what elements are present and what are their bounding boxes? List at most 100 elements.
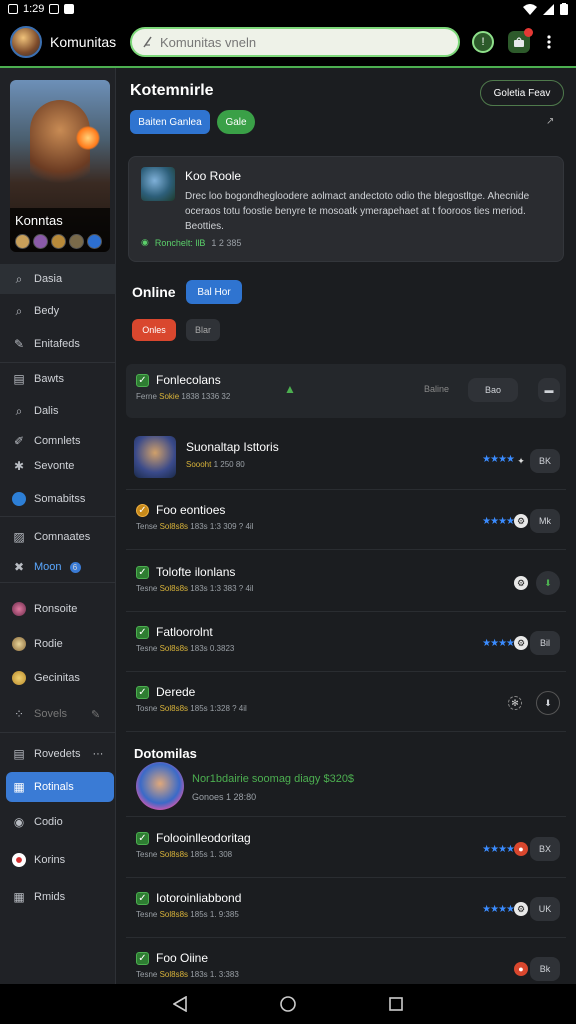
sidebar-item-bawts[interactable]: ▤ Bawts bbox=[0, 364, 116, 394]
action-button[interactable]: Mk bbox=[530, 509, 560, 533]
checkbox-icon[interactable]: ✓ bbox=[136, 832, 149, 845]
sidebar-item-somabitss[interactable]: Somabitss bbox=[0, 484, 116, 514]
game-cover-card[interactable]: Konntas bbox=[10, 80, 110, 252]
settings-icon[interactable]: ⚙ bbox=[514, 514, 528, 528]
checkbox-icon[interactable]: ✓ bbox=[136, 504, 149, 517]
system-nav-bar bbox=[0, 984, 576, 1024]
filter-chip-active[interactable]: Onles bbox=[132, 319, 176, 341]
download-button[interactable]: ⬇ bbox=[536, 571, 560, 595]
fire-icon[interactable]: ● bbox=[514, 962, 528, 976]
notification-icon bbox=[49, 4, 60, 14]
signal-icon bbox=[543, 3, 554, 15]
list-item-title: Foo Oiine bbox=[156, 951, 209, 965]
list-item[interactable]: ✓ Folooinlleodoritag Tesne Sol8s8s 185s … bbox=[126, 820, 566, 878]
list-item[interactable]: ✓ Fonlecolans Ferne Sokie 1838 1336 32 ▲… bbox=[126, 364, 566, 418]
list-item[interactable]: Suonaltap Isttoris Soooht 1 250 80 ★★★★ … bbox=[126, 428, 566, 490]
recents-icon[interactable] bbox=[387, 995, 405, 1013]
rating-stars: ★★★★ bbox=[482, 454, 515, 465]
badge-icon bbox=[33, 234, 48, 249]
sidebar-item-label: Dasia bbox=[34, 273, 63, 285]
sidebar-item-gecinitas[interactable]: Gecinitas bbox=[0, 663, 116, 693]
sidebar-item-label: Rodie bbox=[34, 638, 63, 650]
online-button[interactable]: Bal Hor bbox=[186, 280, 242, 304]
battery-icon bbox=[560, 3, 568, 15]
sidebar-item-rotinals[interactable]: ▦ Rotinals bbox=[6, 772, 114, 802]
settings-icon[interactable]: ⚙ bbox=[514, 576, 528, 590]
list-item-status: Baline bbox=[424, 384, 450, 394]
search-bar[interactable] bbox=[130, 27, 460, 57]
sidebar-item-korins[interactable]: Korins bbox=[0, 845, 116, 875]
action-button[interactable]: UK bbox=[530, 897, 560, 921]
checkbox-icon[interactable]: ✓ bbox=[136, 374, 149, 387]
notification-icon bbox=[64, 4, 75, 14]
sidebar-divider bbox=[0, 732, 116, 733]
search-input[interactable] bbox=[160, 34, 430, 50]
sidebar-item-rmids[interactable]: ▦ Rmids bbox=[0, 882, 116, 912]
puzzle-icon: ✖ bbox=[13, 560, 25, 574]
badge-icon bbox=[69, 234, 84, 249]
sidebar-item-enitafeds[interactable]: ✎ Enitafeds bbox=[0, 329, 116, 359]
download-button[interactable]: ⬇ bbox=[536, 691, 560, 715]
sidebar-item-dasia[interactable]: ⌕ Dasia bbox=[0, 264, 116, 294]
list-item[interactable]: ✓ Foo Oiine Tesne Sol8s8s 183s 1. 3:383 … bbox=[126, 940, 566, 984]
settings-icon[interactable]: ✻ bbox=[508, 696, 522, 710]
filter-chip[interactable]: Blar bbox=[186, 319, 220, 341]
back-icon[interactable] bbox=[171, 995, 189, 1013]
list-item-title: Iotoroinliabbond bbox=[156, 891, 242, 905]
featured-highlight: Nor1bdairie soomag diagy $320$ bbox=[192, 773, 355, 785]
sidebar-item-label: Korins bbox=[34, 854, 66, 866]
checkbox-icon[interactable]: ✓ bbox=[136, 566, 149, 579]
list-item[interactable]: ✓ Fatloorolnt Tesne Sol8s8s 183s 0.3823 … bbox=[126, 614, 566, 672]
sidebar-item-comnaates[interactable]: ▨ Comnaates bbox=[0, 522, 116, 552]
shopping-bag-icon[interactable] bbox=[508, 28, 533, 53]
featured-avatar[interactable] bbox=[136, 762, 184, 810]
calendar-icon: ▦ bbox=[13, 780, 25, 794]
search-icon: ⌕ bbox=[15, 403, 23, 418]
sidebar-item-rovedets[interactable]: ▤ Rovedets ··· bbox=[0, 739, 116, 769]
more-vert-icon[interactable] bbox=[544, 31, 554, 53]
action-button[interactable]: BX bbox=[530, 837, 560, 861]
list-item[interactable]: ✓ Derede Tosne Sol8s8s 185s 1:328 ? 4il … bbox=[126, 674, 566, 732]
sidebar-item-bedy[interactable]: ⌕ Bedy bbox=[0, 296, 116, 326]
sidebar-item-dalis[interactable]: ⌕ Dalis bbox=[0, 396, 116, 426]
sidebar-item-sevonte[interactable]: ✱ Sevonte bbox=[0, 451, 116, 481]
share-icon[interactable]: ↗ bbox=[546, 116, 554, 127]
home-icon[interactable] bbox=[279, 995, 297, 1013]
sidebar-item-sovels[interactable]: ⁘ Sovels ✎ bbox=[0, 699, 116, 729]
list-item[interactable]: ✓ Foo eontioes Tense Sol8s8s 183s 1:3 30… bbox=[126, 492, 566, 550]
tab-secondary[interactable]: Gale bbox=[217, 110, 255, 134]
list-item[interactable]: ✓ Tolofte ilonlans Tesne Sol8s8s 183s 1:… bbox=[126, 554, 566, 612]
checkbox-icon[interactable]: ✓ bbox=[136, 952, 149, 965]
search-icon: ⌕ bbox=[15, 271, 23, 286]
more-horiz-icon[interactable]: ··· bbox=[92, 748, 103, 760]
settings-icon[interactable]: ⚙ bbox=[514, 636, 528, 650]
main-panel: Kotemnirle Goletia Feav Baiten Ganlea Ga… bbox=[116, 68, 576, 984]
tab-primary[interactable]: Baiten Ganlea bbox=[130, 110, 210, 134]
gift-icon[interactable]: ✦ bbox=[514, 454, 528, 468]
sidebar-item-codio[interactable]: ◉ Codio bbox=[0, 807, 116, 837]
inbox-icon: ▤ bbox=[13, 372, 25, 386]
list-item-meta: Tesne Sol8s8s 183s 0.3823 bbox=[136, 644, 235, 653]
action-button[interactable]: Bk bbox=[530, 957, 560, 981]
sidebar-item-rodie[interactable]: Rodie bbox=[0, 629, 116, 659]
play-button[interactable]: Bao bbox=[468, 378, 518, 402]
sidebar-item-ronsoite[interactable]: Ronsoite bbox=[0, 594, 116, 624]
checkbox-icon[interactable]: ✓ bbox=[136, 892, 149, 905]
list-item[interactable]: ✓ Iotoroinliabbond Tesne Sol8s8s 185s 1.… bbox=[126, 880, 566, 938]
checkbox-icon[interactable]: ✓ bbox=[136, 626, 149, 639]
checkbox-icon[interactable]: ✓ bbox=[136, 686, 149, 699]
chat-icon[interactable]: ! bbox=[472, 31, 494, 53]
avatar[interactable] bbox=[10, 26, 42, 58]
list-item-meta: Tosne Sol8s8s 185s 1:328 ? 4il bbox=[136, 704, 247, 713]
header-action-button[interactable]: Goletia Feav bbox=[480, 80, 564, 106]
fire-icon[interactable]: ● bbox=[514, 842, 528, 856]
status-bar: 1:29 bbox=[0, 0, 576, 18]
action-button[interactable]: BK bbox=[530, 449, 560, 473]
settings-icon[interactable]: ⚙ bbox=[514, 902, 528, 916]
featured-card[interactable]: Koo Roole Drec loo bogondhegloodere aolm… bbox=[128, 156, 564, 262]
sidebar-item-label: Dalis bbox=[34, 405, 59, 417]
action-button[interactable]: Bil bbox=[530, 631, 560, 655]
inbox-icon: ▤ bbox=[13, 747, 25, 761]
sidebar-item-moon[interactable]: ✖ Moon 6 bbox=[0, 552, 116, 582]
more-button[interactable]: ▬ bbox=[538, 378, 560, 402]
